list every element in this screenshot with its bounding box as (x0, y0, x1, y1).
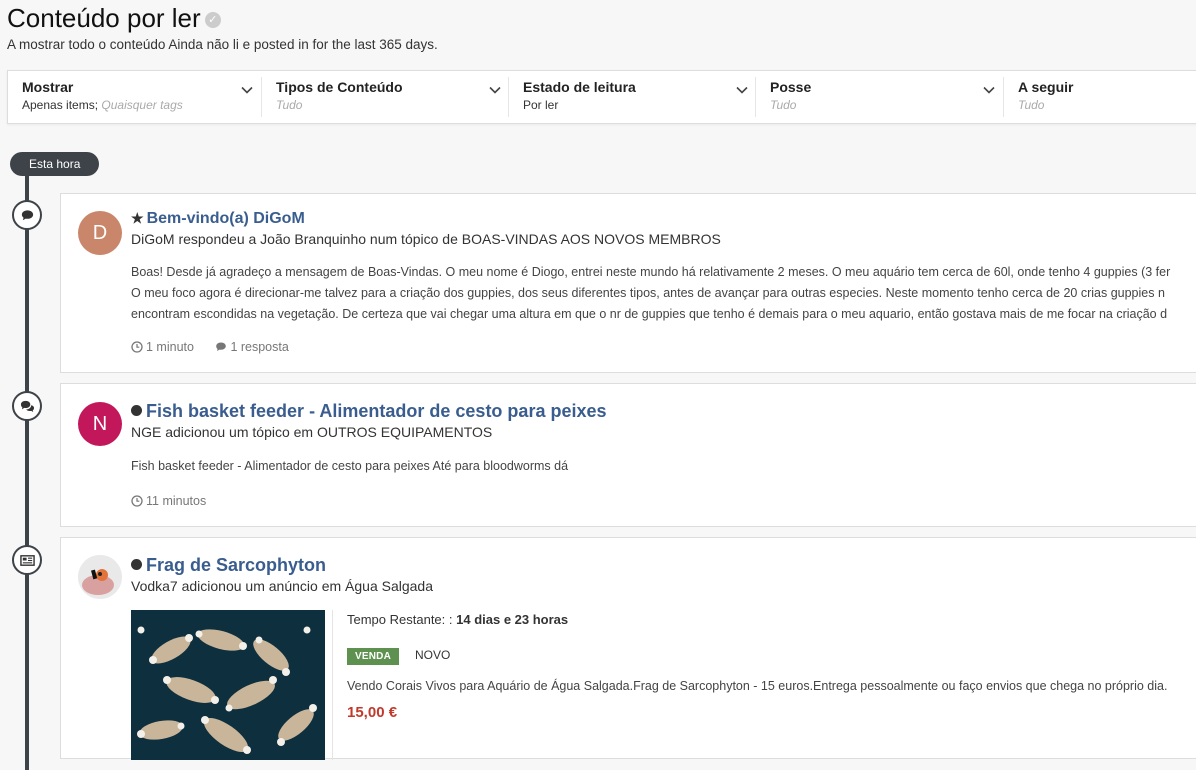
time-remaining-value: 14 dias e 23 horas (456, 612, 569, 627)
filter-ownership[interactable]: Posse Tudo (755, 77, 1002, 117)
filter-value-text: Por ler (523, 98, 559, 112)
filter-title: Tipos de Conteúdo (276, 79, 403, 95)
card-title-link[interactable]: Frag de Sarcophyton (131, 555, 326, 576)
filter-bar: Mostrar Apenas items; Quaisquer tags Tip… (7, 70, 1196, 124)
card-stats: 1 minuto 1 resposta (131, 340, 307, 356)
time-stat[interactable]: 11 minutos (131, 494, 206, 508)
time-remaining: Tempo Restante: : 14 dias e 23 horas (347, 612, 568, 627)
page-title: Conteúdo por ler ✓ (7, 3, 221, 34)
filter-title: Estado de leitura (523, 79, 636, 95)
page-title-text: Conteúdo por ler (7, 3, 201, 33)
replies-stat[interactable]: 1 resposta (215, 340, 289, 354)
chevron-down-icon (736, 86, 748, 94)
time-remaining-label: Tempo Restante: : (347, 612, 453, 627)
card-meta: NGE adicionou um tópico em OUTROS EQUIPA… (131, 424, 493, 440)
price: 15,00 € (347, 704, 398, 721)
card-snippet: Fish basket feeder - Alimentador de cest… (131, 459, 569, 473)
time-stat[interactable]: 1 minuto (131, 340, 194, 354)
comment-icon (12, 200, 42, 230)
activity-card: N Fish basket feeder - Alimentador de ce… (60, 383, 1196, 527)
time-text: 11 minutos (146, 494, 207, 508)
replies-text: 1 resposta (230, 340, 289, 354)
filter-placeholder: Tudo (276, 98, 303, 112)
filter-placeholder: Tudo (1018, 98, 1045, 112)
filter-read-status[interactable]: Estado de leitura Por ler (508, 77, 755, 117)
avatar[interactable] (78, 555, 122, 599)
card-meta: Vodka7 adicionou um anúncio em Água Salg… (131, 578, 433, 594)
coral-photo (131, 610, 325, 760)
filter-value-text: Apenas items; (22, 98, 99, 112)
time-text: 1 minuto (146, 340, 194, 354)
clock-icon (131, 341, 143, 353)
condition-label: NOVO (415, 648, 451, 662)
activity-card: D ★ Bem-vindo(a) DiGoM DiGoM respondeu a … (60, 193, 1196, 373)
badges-row: VENDA NOVO (347, 647, 450, 665)
filter-placeholder: Tudo (770, 98, 797, 112)
card-title-text[interactable]: Frag de Sarcophyton (146, 555, 326, 575)
star-icon: ★ (131, 210, 144, 226)
avatar-photo (78, 555, 122, 599)
card-meta: DiGoM respondeu a João Branquinho num tó… (131, 231, 721, 247)
timeline-line (25, 170, 29, 770)
filter-placeholder: Quaisquer tags (101, 98, 183, 112)
check-circle-icon: ✓ (204, 12, 221, 29)
filter-value: Apenas items; Quaisquer tags (22, 98, 183, 112)
filter-title: Posse (770, 79, 812, 95)
card-title-text[interactable]: Bem-vindo(a) DiGoM (147, 210, 305, 227)
comment-icon (216, 342, 227, 351)
card-title-link[interactable]: ★ Bem-vindo(a) DiGoM (131, 210, 305, 228)
snippet-line: encontram escondidas na vegetação. De ce… (131, 307, 1168, 321)
activity-card: Frag de Sarcophyton Vodka7 adicionou um … (60, 537, 1196, 760)
classifieds-icon (12, 545, 42, 575)
filter-content-types[interactable]: Tipos de Conteúdo Tudo (261, 77, 508, 117)
filter-title: A seguir (1018, 79, 1074, 95)
product-image[interactable] (131, 610, 325, 760)
unread-dot-icon (131, 404, 142, 416)
clock-icon (131, 495, 143, 507)
snippet-line: O meu foco agora é direcionar-me talvez … (131, 286, 1165, 300)
chevron-down-icon (241, 86, 253, 94)
divider (332, 610, 333, 760)
chevron-down-icon (489, 86, 501, 94)
filter-value: Tudo (770, 98, 796, 112)
card-title-text[interactable]: Fish basket feeder - Alimentador de cest… (146, 401, 607, 421)
chevron-down-icon (983, 86, 995, 94)
avatar[interactable]: N (78, 402, 122, 446)
timeline-hour-label: Esta hora (10, 152, 100, 176)
filter-value: Tudo (1018, 98, 1044, 112)
avatar[interactable]: D (78, 211, 122, 255)
page-subtitle: A mostrar todo o conteúdo Ainda não li e… (7, 37, 438, 52)
filter-title: Mostrar (22, 79, 74, 95)
comments-icon (12, 391, 42, 421)
sale-badge: VENDA (347, 648, 400, 665)
snippet-line: Boas! Desde já agradeço a mensagem de Bo… (131, 265, 1171, 279)
filter-value: Tudo (276, 98, 302, 112)
filter-show[interactable]: Mostrar Apenas items; Quaisquer tags (8, 71, 258, 123)
card-stats: 11 minutos (131, 494, 224, 510)
filter-following[interactable]: A seguir Tudo (1003, 77, 1196, 117)
unread-dot-icon (131, 558, 142, 570)
card-snippet: Boas! Desde já agradeço a mensagem de Bo… (131, 262, 1170, 325)
card-title-link[interactable]: Fish basket feeder - Alimentador de cest… (131, 401, 607, 422)
filter-value: Por ler (523, 98, 558, 112)
product-description: Vendo Corais Vivos para Aquário de Água … (347, 679, 1168, 693)
